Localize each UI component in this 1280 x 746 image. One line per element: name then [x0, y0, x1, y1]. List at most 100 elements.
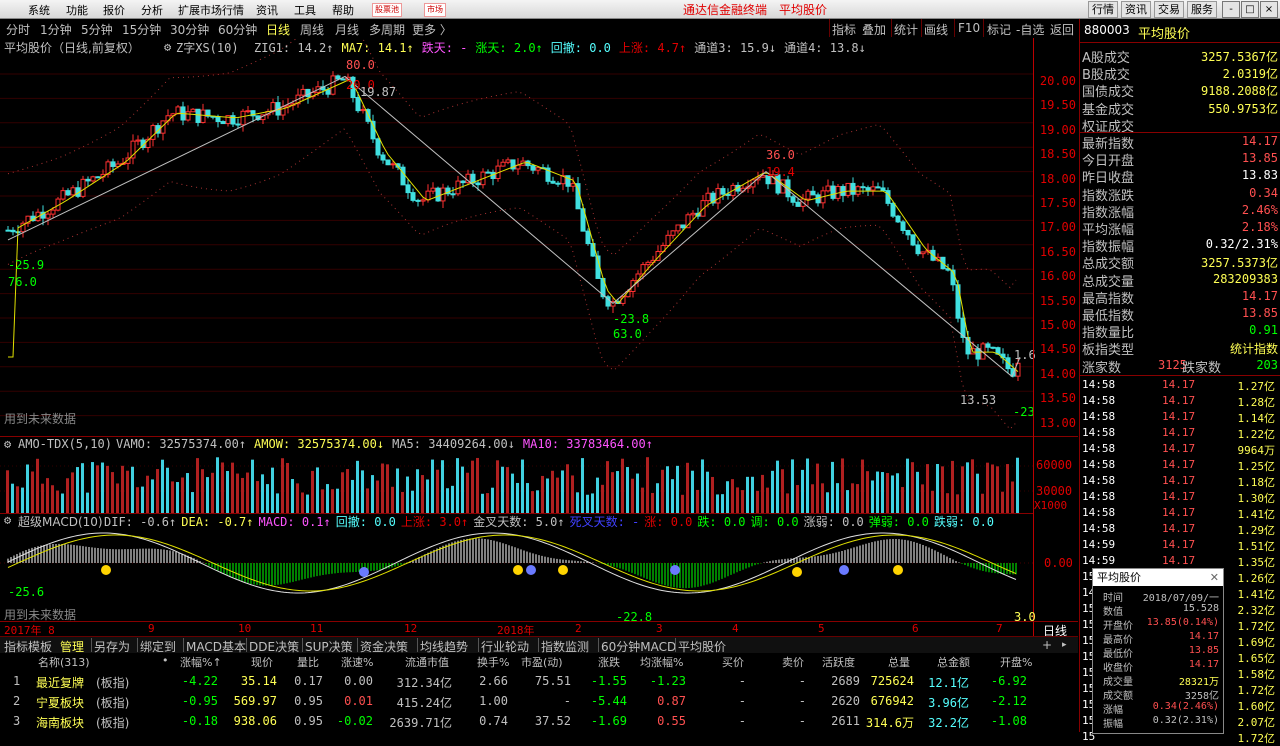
column-header[interactable]: 卖价 — [782, 654, 804, 670]
indicator-value: 回撤: 0.0 — [335, 515, 396, 529]
settings-icon[interactable]: ⚙ — [164, 40, 171, 54]
period-intraday[interactable]: 分时 — [6, 21, 30, 38]
maximize-button[interactable]: □ — [1241, 1, 1259, 18]
app-title: 通达信金融终端 平均股价 — [683, 3, 828, 17]
table-cell: 3.96亿 — [928, 696, 969, 710]
column-header[interactable]: 现价 — [251, 654, 273, 670]
quote-row: 权证成交 — [1080, 116, 1280, 135]
minimize-button[interactable]: - — [1222, 1, 1240, 18]
close-button[interactable]: × — [1260, 1, 1278, 18]
menu-help[interactable]: 帮助 — [332, 2, 354, 18]
tool-drawing[interactable]: 画线 — [924, 21, 948, 38]
scroll-right-icon[interactable]: ▸ — [1062, 640, 1067, 650]
column-header[interactable]: 开盘% — [1000, 654, 1032, 670]
period-daily[interactable]: 日线 — [266, 21, 290, 38]
settings-icon[interactable]: ⚙ — [4, 437, 11, 451]
tool-back[interactable]: 返回 — [1050, 21, 1074, 38]
info-button[interactable]: 资讯 — [1121, 1, 1151, 18]
candle-body — [875, 186, 881, 189]
period-60min[interactable]: 60分钟 — [218, 21, 257, 38]
candle-body — [220, 121, 226, 125]
volume-bar — [936, 464, 939, 513]
table-cell: - — [798, 674, 806, 688]
volume-panel[interactable]: ⚙ AMO-TDX(5,10) VAMO: 32575374.00↑ AMOW: … — [0, 437, 1033, 514]
signal-marker-icon — [359, 567, 369, 577]
column-header[interactable]: 量比 — [297, 654, 319, 670]
column-header[interactable]: 名称(313) — [38, 654, 90, 670]
volume-bar — [566, 464, 569, 513]
table-row[interactable]: 1 最近复牌 (板指) -4.22 35.14 0.17 0.00 312.34亿 2.66 75… — [0, 672, 1078, 691]
settings-icon[interactable]: ⚙ — [4, 513, 11, 527]
close-icon[interactable]: ✕ — [1210, 569, 1219, 586]
volume-indicator-name[interactable]: AMO-TDX(5,10) — [18, 437, 112, 451]
period-weekly[interactable]: 周线 — [300, 21, 324, 38]
menu-quotes[interactable]: 报价 — [103, 2, 125, 18]
macd-panel[interactable]: ⚙ 超级MACD(10) DIF: -0.6↑ DEA: -0.7↑ MACD: 0… — [0, 513, 1036, 624]
market-button[interactable]: 市场 — [424, 3, 446, 17]
tooltip-value: 14.17 — [1188, 631, 1219, 642]
menu-function[interactable]: 功能 — [66, 2, 88, 18]
column-header[interactable]: 均涨幅% — [640, 654, 683, 670]
column-header[interactable]: 换手% — [477, 654, 509, 670]
period-30min[interactable]: 30分钟 — [170, 21, 209, 38]
table-cell: - — [738, 714, 746, 728]
table-cell: 569.97 — [233, 694, 277, 708]
quote-value: 2.46% — [1241, 202, 1278, 217]
period-multi[interactable]: 多周期 — [369, 21, 405, 38]
tool-f10[interactable]: F10 — [958, 21, 980, 35]
sector-name[interactable]: 最近复牌 — [36, 674, 84, 691]
menu-extended-market[interactable]: 扩展市场行情 — [178, 2, 244, 18]
add-tab-button[interactable]: + — [1042, 638, 1052, 652]
column-header[interactable]: 总金额 — [937, 654, 970, 670]
period-15min[interactable]: 15分钟 — [122, 21, 161, 38]
price-chart[interactable]: 平均股价（日线,前复权） ⚙ Z字XS(10) ZIG1: 14.2↑ MA7: … — [0, 38, 1078, 437]
menu-tools[interactable]: 工具 — [294, 2, 316, 18]
candle-body — [570, 183, 576, 187]
quotes-button[interactable]: 行情 — [1088, 1, 1118, 18]
trade-button[interactable]: 交易 — [1154, 1, 1184, 18]
macd-indicator-name[interactable]: 超级MACD(10) — [18, 513, 103, 530]
future-data-note: 用到未来数据 — [4, 412, 77, 426]
data-tooltip: 平均股价 ✕ 时间 2018/07/09/一 数值 15.528 开盘价 13.85(0.… — [1092, 568, 1224, 734]
column-header[interactable]: 涨幅%↑ — [180, 654, 222, 670]
sector-name[interactable]: 海南板块 — [36, 714, 84, 731]
column-header[interactable]: 涨跌 — [598, 654, 620, 670]
stock-pool-button[interactable]: 股票池 — [372, 3, 402, 17]
sector-name[interactable]: 宁夏板块 — [36, 694, 84, 711]
tooltip-row: 收盘价 14.17 — [1093, 659, 1223, 674]
period-1min[interactable]: 1分钟 — [40, 21, 72, 38]
volume-bar — [571, 475, 574, 513]
service-button[interactable]: 服务 — [1187, 1, 1217, 18]
tool-indicator[interactable]: 指标 — [832, 21, 856, 38]
period-5min[interactable]: 5分钟 — [81, 21, 113, 38]
volume-bar — [816, 463, 819, 513]
zig-indicator-name[interactable]: Z字XS(10) — [176, 39, 239, 56]
table-row[interactable]: 2 宁夏板块 (板指) -0.95 569.97 0.95 0.01 415.24亿 1.00 -… — [0, 692, 1078, 711]
period-more[interactable]: 更多 〉 — [412, 21, 452, 38]
column-header[interactable]: 总量 — [888, 654, 910, 670]
menu-analysis[interactable]: 分析 — [141, 2, 163, 18]
tool-overlay[interactable]: 叠加 — [862, 21, 886, 38]
menu-system[interactable]: 系统 — [28, 2, 50, 18]
tooltip-value: 0.34(2.46%) — [1152, 701, 1219, 712]
candle-body — [415, 199, 421, 202]
column-header[interactable]: 活跃度 — [822, 654, 855, 670]
column-header[interactable]: • — [162, 654, 169, 667]
tick-row: 14:58 14.17 1.29亿 — [1080, 521, 1280, 537]
period-monthly[interactable]: 月线 — [335, 21, 359, 38]
tool-mark[interactable]: 标记 — [987, 21, 1011, 38]
menu-info[interactable]: 资讯 — [256, 2, 278, 18]
tool-watchlist[interactable]: -自选 — [1016, 21, 1044, 38]
volume-bar — [951, 460, 954, 513]
table-cell: 0.55 — [657, 714, 686, 728]
column-header[interactable]: 买价 — [722, 654, 744, 670]
volume-bar — [601, 484, 604, 513]
tool-statistics[interactable]: 统计 — [894, 21, 918, 38]
table-row[interactable]: 3 海南板块 (板指) -0.18 938.06 0.95 -0.02 2639.71亿 0.7… — [0, 712, 1078, 731]
candle-body — [920, 251, 926, 255]
volume-bar — [976, 473, 979, 513]
column-header[interactable]: 涨速% — [341, 654, 373, 670]
tooltip-label: 涨幅 — [1103, 705, 1123, 716]
column-header[interactable]: 市盈(动) — [521, 654, 563, 670]
column-header[interactable]: 流通市值 — [405, 654, 449, 670]
